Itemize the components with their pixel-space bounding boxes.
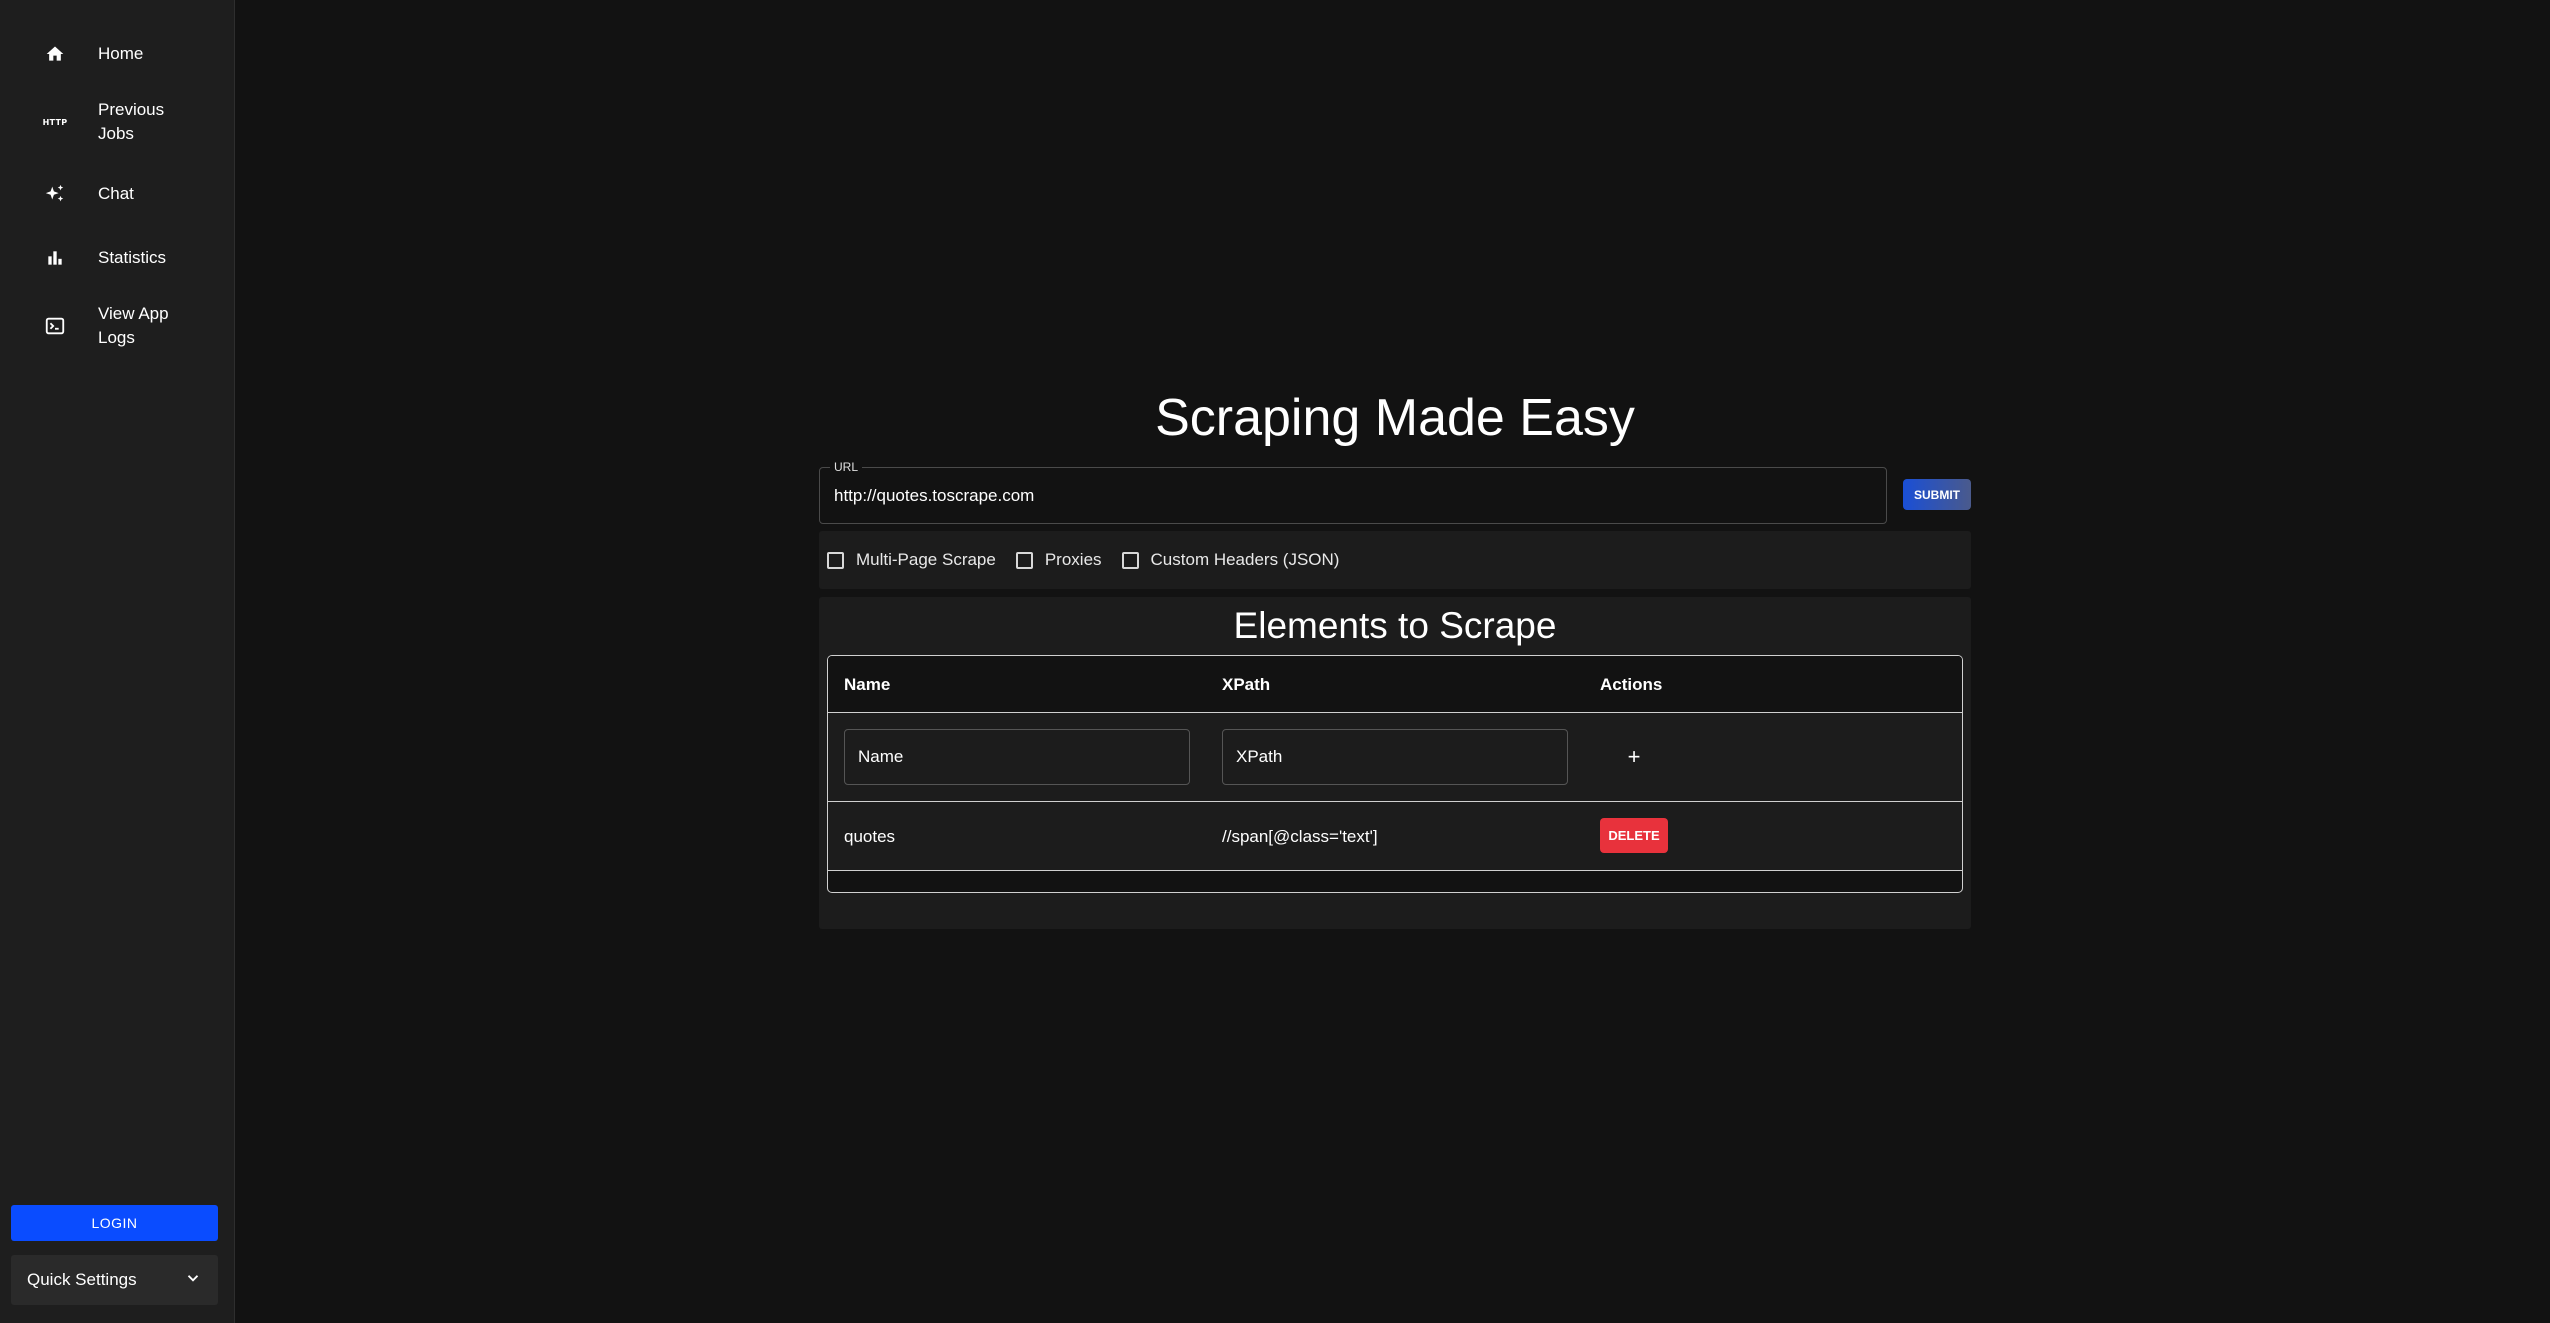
sidebar-item-label: View App Logs [98,304,169,347]
sidebar-item-label: Home [98,44,144,63]
http-icon-text: HTTP [42,117,68,127]
custom-headers-checkbox[interactable] [1121,551,1139,569]
table-header: Name XPath Actions [828,656,1962,713]
sidebar-item-home[interactable]: Home [0,26,234,82]
option-multi-page-scrape[interactable]: Multi-Page Scrape [827,550,996,570]
sidebar-item-previous-jobs[interactable]: HTTP Previous Jobs [0,86,234,158]
column-header-actions: Actions [1600,674,1663,694]
url-input[interactable] [832,468,1872,523]
column-header-xpath: XPath [1222,674,1271,694]
sparkle-icon [42,181,68,207]
elements-table: Name XPath Actions + quotes //span[@clas… [827,655,1963,893]
sidebar-item-statistics[interactable]: Statistics [0,230,234,286]
quick-settings-dropdown[interactable]: Quick Settings [11,1255,218,1305]
quick-settings-label: Quick Settings [27,1270,137,1289]
scrape-options: Multi-Page Scrape Proxies Custom Headers… [819,531,1971,589]
option-label: Custom Headers (JSON) [1150,550,1340,569]
elements-panel: Elements to Scrape Name XPath Actions + … [819,597,1971,929]
table-row: quotes //span[@class='text'] DELETE [828,802,1962,871]
proxies-checkbox[interactable] [1015,551,1033,569]
http-icon: HTTP [42,109,68,135]
element-name-cell: quotes [844,826,896,846]
option-label: Multi-Page Scrape [856,550,996,569]
column-header-name: Name [844,674,891,694]
login-button[interactable]: LOGIN [11,1205,218,1241]
chevron-down-icon [184,1269,202,1292]
bar-chart-icon [42,245,68,271]
sidebar-nav: Home HTTP Previous Jobs Chat Statistics … [0,0,234,362]
option-proxies[interactable]: Proxies [1015,550,1102,570]
sidebar: Home HTTP Previous Jobs Chat Statistics … [0,0,235,1323]
sidebar-item-view-app-logs[interactable]: View App Logs [0,290,234,362]
sidebar-item-chat[interactable]: Chat [0,166,234,222]
option-custom-headers[interactable]: Custom Headers (JSON) [1121,550,1340,570]
delete-button[interactable]: DELETE [1600,818,1668,853]
submit-button[interactable]: SUBMIT [1903,479,1971,510]
option-label: Proxies [1044,550,1102,569]
name-input[interactable] [844,729,1190,785]
terminal-icon [42,313,68,339]
multi-page-scrape-checkbox[interactable] [827,551,844,569]
xpath-input[interactable] [1222,729,1568,785]
new-element-row: + [828,713,1962,802]
sidebar-item-label: Previous Jobs [98,100,165,143]
element-xpath-cell: //span[@class='text'] [1222,826,1378,846]
home-icon [42,41,68,67]
url-field: URL [819,460,1887,524]
sidebar-item-label: Chat [98,184,134,203]
sidebar-item-label: Statistics [98,248,167,267]
add-element-button[interactable]: + [1618,741,1650,773]
elements-title: Elements to Scrape [1233,605,1557,646]
page-title: Scraping Made Easy [1155,389,1635,447]
